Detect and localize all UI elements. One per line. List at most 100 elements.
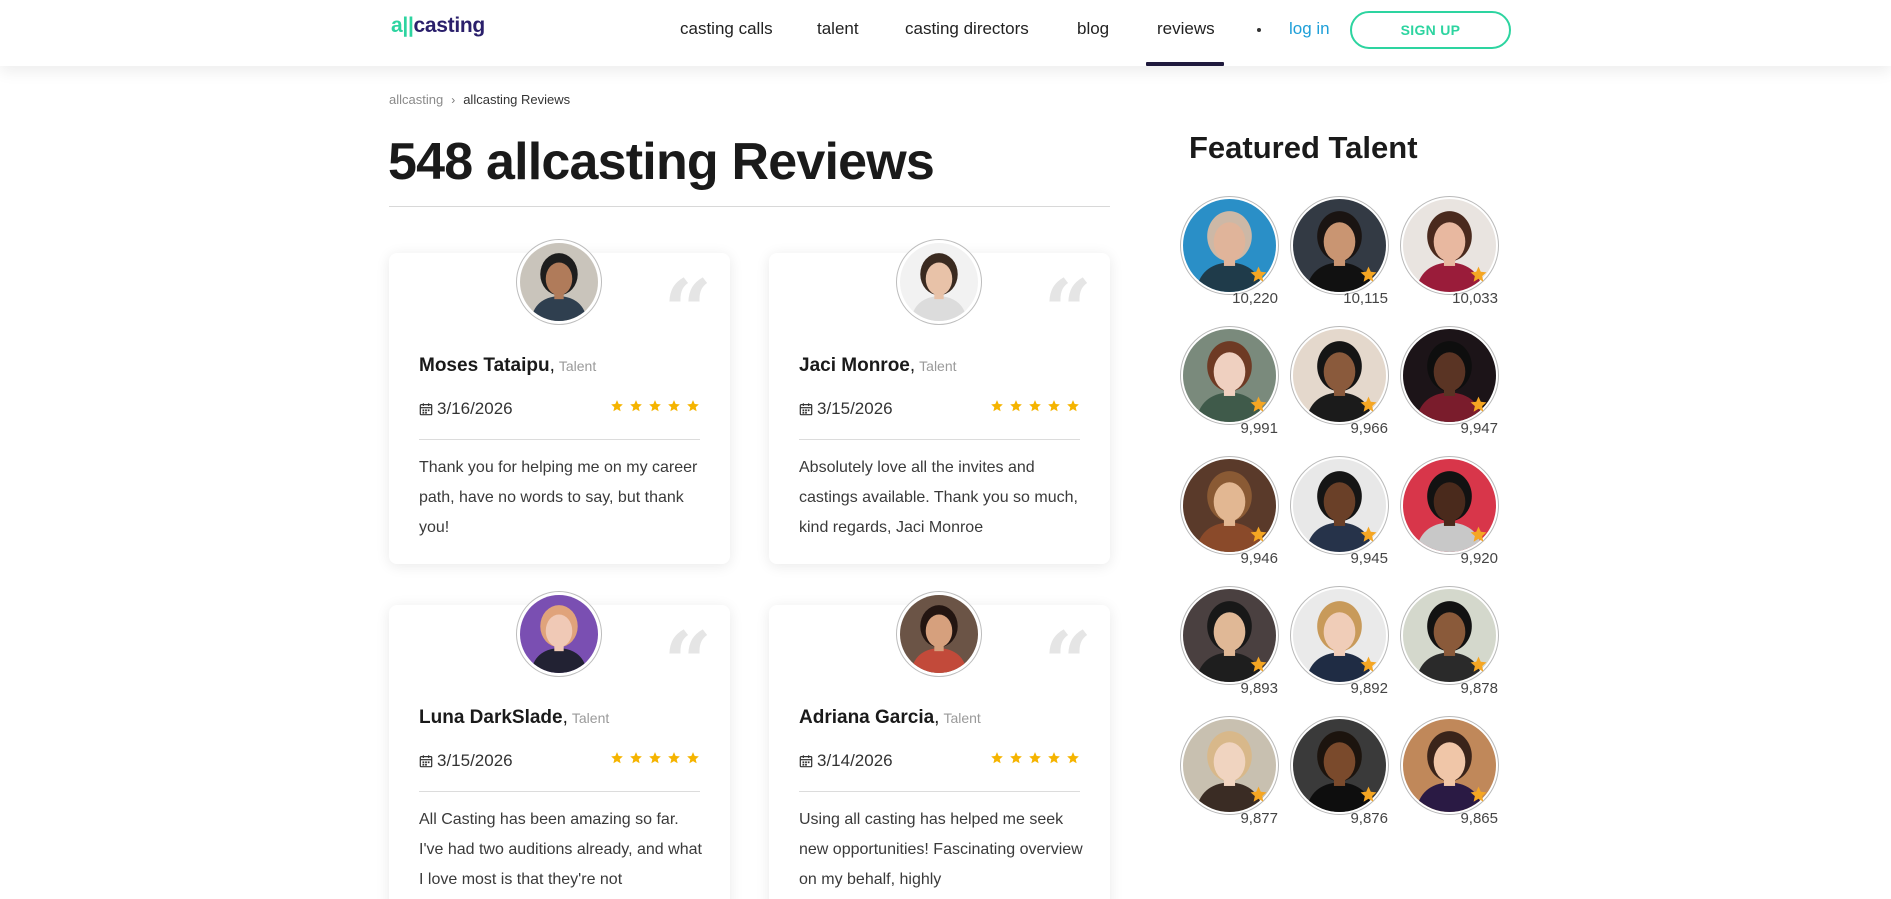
reviewer-name: Adriana Garcia [799, 707, 935, 728]
talent-vote-count: 9,920 [1460, 550, 1498, 567]
nav-talent[interactable]: talent [817, 19, 859, 39]
featured-talent-item[interactable]: 9,946 [1180, 456, 1290, 576]
reviewer-name-line: Adriana Garcia, Talent [799, 707, 981, 728]
quote-icon: “ [663, 261, 712, 360]
reviewer-name: Jaci Monroe [799, 355, 910, 376]
star-icon [1066, 751, 1080, 770]
star-badge-icon [1249, 655, 1268, 674]
star-badge-icon [1359, 525, 1378, 544]
featured-talent-item[interactable]: 9,876 [1290, 716, 1400, 836]
login-link[interactable]: log in [1289, 19, 1330, 39]
review-text: Thank you for helping me on my career pa… [419, 459, 698, 536]
talent-vote-count: 10,033 [1452, 290, 1498, 307]
reviewer-name-line: Jaci Monroe, Talent [799, 355, 957, 376]
star-badge-icon [1469, 525, 1488, 544]
featured-talent-item[interactable]: 9,947 [1400, 326, 1510, 446]
star-badge-icon [1359, 785, 1378, 804]
talent-vote-count: 9,876 [1350, 810, 1388, 827]
review-text: All Casting has been amazing so far. I'v… [419, 811, 702, 888]
star-badge-icon [1359, 655, 1378, 674]
featured-talent-item[interactable]: 9,877 [1180, 716, 1290, 836]
featured-talent-item[interactable]: 10,033 [1400, 196, 1510, 316]
star-icon [667, 399, 681, 418]
allcasting-logo[interactable]: a||casting [391, 14, 485, 38]
breadcrumb-current: allcasting Reviews [463, 92, 571, 107]
talent-vote-count: 9,865 [1460, 810, 1498, 827]
talent-vote-count: 9,947 [1460, 420, 1498, 437]
review-date-text: 3/16/2026 [437, 399, 513, 418]
nav-casting-directors[interactable]: casting directors [905, 19, 1029, 39]
star-icon [648, 751, 662, 770]
calendar-icon [799, 403, 813, 416]
star-icon [686, 399, 700, 418]
star-badge-icon [1359, 395, 1378, 414]
reviewer-role: Talent [943, 710, 981, 726]
featured-talent-item[interactable]: 9,893 [1180, 586, 1290, 706]
featured-talent-item[interactable]: 9,945 [1290, 456, 1400, 576]
star-icon [990, 751, 1004, 770]
reviewer-name-line: Luna DarkSlade, Talent [419, 707, 610, 728]
star-icon [1028, 399, 1042, 418]
star-icon [629, 399, 643, 418]
reviewer-role: Talent [558, 358, 597, 374]
signup-button[interactable]: SIGN UP [1350, 11, 1511, 49]
review-date-text: 3/15/2026 [817, 399, 893, 418]
reviewer-name-line: Moses Tataipu, Talent [419, 355, 597, 376]
review-card: “ Luna DarkSlade, Talent 3/15/2026 All Casti… [389, 591, 730, 899]
review-date-text: 3/15/2026 [437, 751, 513, 770]
star-icon [990, 399, 1004, 418]
reviewer-avatar [516, 239, 602, 325]
nav-blog[interactable]: blog [1077, 19, 1109, 39]
rating-stars [990, 399, 1080, 418]
featured-talent-item[interactable]: 9,920 [1400, 456, 1510, 576]
site-header: a||casting casting calls talent casting … [0, 0, 1891, 66]
star-icon [1066, 399, 1080, 418]
reviewer-name: Luna DarkSlade [419, 707, 563, 728]
featured-talent-item[interactable]: 10,220 [1180, 196, 1290, 316]
card-divider [799, 791, 1080, 792]
talent-vote-count: 9,877 [1240, 810, 1278, 827]
review-date: 3/15/2026 [419, 751, 513, 771]
calendar-icon [419, 403, 433, 416]
star-badge-icon [1469, 265, 1488, 284]
title-divider [389, 206, 1110, 207]
quote-icon: “ [1043, 613, 1092, 712]
reviewer-avatar [896, 591, 982, 677]
review-card: “ Jaci Monroe, Talent 3/15/2026 Absolutely l… [769, 239, 1110, 564]
reviewer-role: Talent [919, 358, 957, 374]
chevron-right-icon: › [451, 92, 456, 107]
featured-talent-item[interactable]: 9,966 [1290, 326, 1400, 446]
review-date-text: 3/14/2026 [817, 751, 893, 770]
reviewer-name: Moses Tataipu [419, 355, 550, 376]
featured-talent-item[interactable]: 10,115 [1290, 196, 1400, 316]
star-icon [648, 399, 662, 418]
review-text: Absolutely love all the invites and cast… [799, 459, 1078, 536]
featured-talent-item[interactable]: 9,991 [1180, 326, 1290, 446]
star-badge-icon [1249, 785, 1268, 804]
nav-casting-calls[interactable]: casting calls [680, 19, 773, 39]
featured-talent-item[interactable]: 9,865 [1400, 716, 1510, 836]
featured-talent-item[interactable]: 9,878 [1400, 586, 1510, 706]
talent-vote-count: 9,945 [1350, 550, 1388, 567]
talent-vote-count: 10,220 [1232, 290, 1278, 307]
star-badge-icon [1249, 265, 1268, 284]
active-nav-indicator [1146, 62, 1224, 66]
talent-vote-count: 9,966 [1350, 420, 1388, 437]
review-card: “ Adriana Garcia, Talent 3/14/2026 Using all… [769, 591, 1110, 899]
calendar-icon [799, 755, 813, 768]
nav-reviews[interactable]: reviews [1157, 19, 1215, 39]
page-title: 548 allcasting Reviews [388, 133, 935, 191]
talent-vote-count: 9,878 [1460, 680, 1498, 697]
star-badge-icon [1469, 785, 1488, 804]
breadcrumb-home-link[interactable]: allcasting [389, 92, 443, 107]
rating-stars [990, 751, 1080, 770]
star-icon [629, 751, 643, 770]
rating-stars [610, 399, 700, 418]
star-badge-icon [1249, 395, 1268, 414]
star-badge-icon [1469, 395, 1488, 414]
review-text: Using all casting has helped me seek new… [799, 811, 1083, 888]
star-icon [610, 751, 624, 770]
star-badge-icon [1249, 525, 1268, 544]
review-date: 3/16/2026 [419, 399, 513, 419]
featured-talent-item[interactable]: 9,892 [1290, 586, 1400, 706]
